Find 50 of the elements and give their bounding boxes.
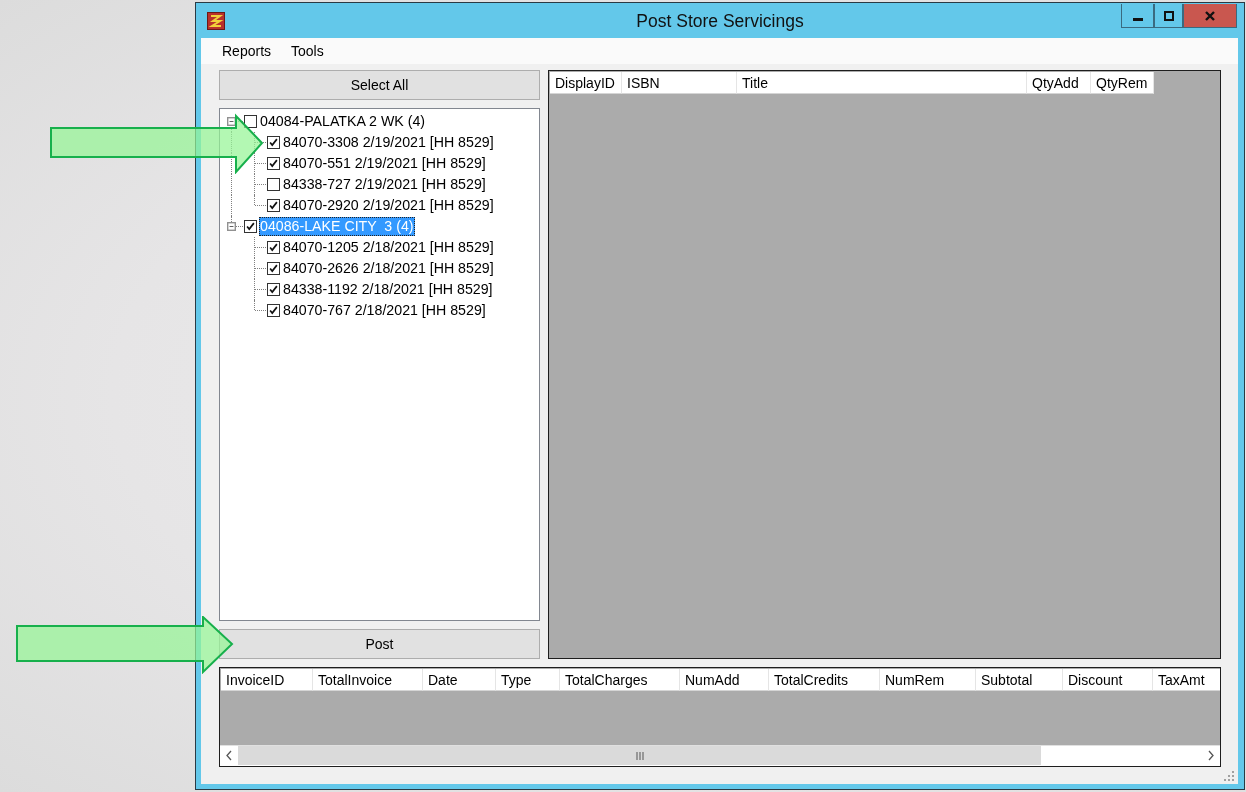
tree-item[interactable]: 84070-1205 2/18/2021 [HH 8529] (282, 238, 495, 257)
column-header[interactable]: QtyAdd (1027, 72, 1091, 94)
tree-item[interactable]: 84070-767 2/18/2021 [HH 8529] (282, 301, 487, 320)
window-title: Post Store Servicings (636, 11, 804, 31)
column-header[interactable]: NumAdd (680, 669, 769, 691)
grip-icon (635, 751, 644, 760)
checkbox[interactable] (267, 241, 280, 254)
checkbox[interactable] (267, 262, 280, 275)
column-header[interactable]: TotalCharges (560, 669, 680, 691)
column-header[interactable]: Discount (1063, 669, 1153, 691)
column-header[interactable]: TotalCredits (769, 669, 880, 691)
tree-item[interactable]: 84338-727 2/19/2021 [HH 8529] (282, 175, 487, 194)
tree-item[interactable]: 84338-1192 2/18/2021 [HH 8529] (282, 280, 494, 299)
checkbox[interactable] (267, 199, 280, 212)
column-header[interactable]: ISBN (622, 72, 737, 94)
checkbox[interactable] (267, 283, 280, 296)
checkbox[interactable] (244, 220, 257, 233)
tree-item[interactable]: 84070-2920 2/19/2021 [HH 8529] (282, 196, 495, 215)
app-icon (207, 11, 225, 30)
minimize-button[interactable] (1121, 4, 1154, 28)
tree-item[interactable]: 84070-3308 2/19/2021 [HH 8529] (282, 133, 495, 152)
tree-item[interactable]: 84070-551 2/19/2021 [HH 8529] (282, 154, 487, 173)
column-header[interactable]: TotalInvoice (313, 669, 423, 691)
tree-item[interactable]: 04084-PALATKA 2 WK (4) (259, 112, 427, 131)
column-header[interactable]: Title (737, 72, 1027, 94)
column-header[interactable]: TaxAmt (1153, 669, 1220, 691)
collapse-icon[interactable] (227, 222, 236, 231)
column-header[interactable]: NumRem (880, 669, 976, 691)
column-header[interactable]: InvoiceID (221, 669, 313, 691)
menu-item[interactable]: Tools (288, 43, 334, 59)
column-header[interactable]: Type (496, 669, 560, 691)
select-all-button[interactable]: Select All (219, 70, 540, 100)
post-button[interactable]: Post (219, 629, 540, 659)
resize-grip-icon (1224, 771, 1234, 781)
column-header[interactable]: QtyRem (1091, 72, 1154, 94)
close-button[interactable] (1183, 4, 1237, 28)
minimize-icon (1132, 17, 1143, 21)
maximize-button[interactable] (1154, 4, 1183, 28)
checkbox[interactable] (267, 304, 280, 317)
checkbox[interactable] (267, 136, 280, 149)
column-header[interactable]: Date (423, 669, 496, 691)
checkbox[interactable] (267, 157, 280, 170)
column-header[interactable]: Subtotal (976, 669, 1063, 691)
menu-item[interactable]: Reports (219, 43, 282, 59)
scrollbar-thumb[interactable] (238, 746, 1041, 765)
tree-item[interactable]: 84070-2626 2/18/2021 [HH 8529] (282, 259, 495, 278)
checkbox[interactable] (267, 178, 280, 191)
maximize-icon (1162, 9, 1175, 22)
close-icon (1204, 9, 1216, 22)
column-header[interactable]: DisplayID (550, 72, 622, 94)
